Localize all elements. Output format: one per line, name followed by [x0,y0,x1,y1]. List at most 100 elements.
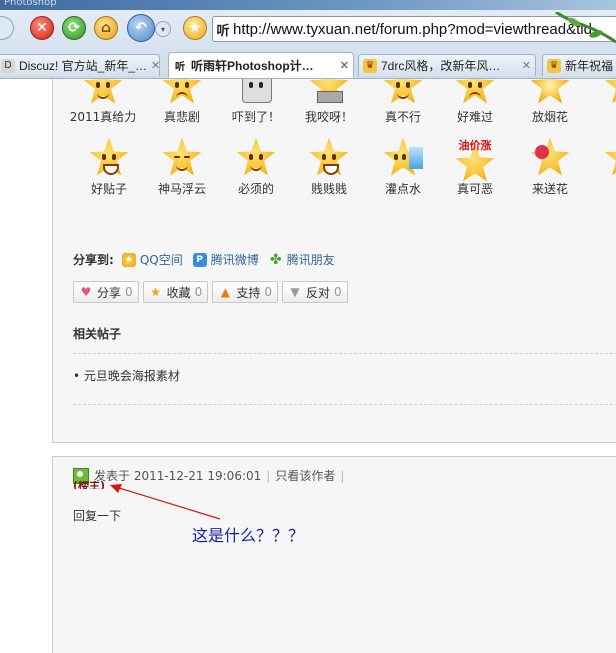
smiley-zhenbeiju[interactable]: 真悲剧 [147,79,217,125]
home-button[interactable]: ⌂ [94,16,118,40]
tab-label: 听雨轩Photoshop计… [191,59,314,73]
menu-button[interactable] [0,16,14,40]
share-weibo-label: 腾讯微博 [210,253,259,267]
smiley-label: 2011真给力 [69,110,137,124]
smiley-haonanguo[interactable]: 好难过 [440,79,510,125]
smiley-zhengeili[interactable]: 2011真给力 [68,79,138,125]
trophy-icon: ♛ [547,58,561,73]
grin-star-icon [309,137,349,177]
smiley-label: 好贴子 [90,182,127,196]
star-face-icon [383,79,423,105]
smiley-haotiezi[interactable]: 好贴子 [74,137,144,197]
smiley-guandianshui[interactable]: 灌点水 [368,137,438,197]
title-strip-text: Photoshop [4,0,57,8]
smiley-zhenkewu[interactable]: 油价涨 真可恶 [440,137,510,197]
smiley-partial-2[interactable]: 好 [589,137,616,197]
star-face-icon [455,79,495,105]
smiley-label: 神马浮云 [157,182,206,196]
qzone-icon: ★ [121,252,136,267]
post-body: 2011真给力 真悲剧 吓到了！ 我咬呀！ 真不行 好难过 放烟花 不 [52,79,616,443]
tab-strip: D Discuz! 官方站_新年_… ✕ 听 听雨轩Photoshop计… ✕ … [0,52,616,78]
related-posts-title: 相关帖子 [73,327,122,341]
site-favicon-icon: 听 [175,62,185,73]
smiley-woyaoya[interactable]: 我咬呀！ [294,79,364,125]
browser-chrome: Photoshop ✕ ⟳ ⌂ ↶ ▾ ★ 听 http://www.tyxua… [0,0,616,79]
author-only-link[interactable]: 只看该作者 [275,467,335,484]
tab-close-icon[interactable]: ✕ [147,59,159,72]
smiley-fangyanhua[interactable]: 放烟花 [515,79,585,125]
post-meta: 发表于 2011-12-21 19:06:01 | 只看该作者 | [73,467,349,484]
history-dropdown-button[interactable]: ▾ [155,21,171,37]
share-button-label: 分享 [97,285,122,300]
star-icon: ★ [188,20,202,36]
tab-discuz[interactable]: D Discuz! 官方站_新年_… ✕ [0,54,160,76]
url-text: http://www.tyxuan.net/forum.php?mod=view… [233,20,592,38]
smiley-label: 不 [589,108,616,125]
tab-tyxuan[interactable]: 听 听雨轩Photoshop计… ✕ [168,52,354,78]
smiley-zhenbuxing[interactable]: 真不行 [368,79,438,125]
oppose-count: 0 [333,285,342,299]
tab-close-icon[interactable]: ✕ [518,59,531,72]
tab-close-icon[interactable]: ✕ [336,59,349,72]
divider [73,404,616,405]
smiley-label: 好难过 [456,110,493,124]
smiley-jianjianjian[interactable]: 贱贱贱 [294,137,364,197]
tab-label: Discuz! 官方站_新年_… [19,59,148,73]
tab-new-year[interactable]: ♛ 新年祝福 [542,54,616,76]
share-weibo-link[interactable]: P 腾讯微博 [192,251,259,268]
smiley-label: 真悲剧 [163,110,200,124]
back-button[interactable]: ↶ [127,14,155,42]
smiley-label: 我咬呀！ [304,110,353,124]
smiley-label: 必须的 [237,182,274,196]
stop-button[interactable]: ✕ [30,16,54,40]
star-face-icon [236,137,276,177]
page-icon: D [1,58,15,73]
post-actions: ♥ 分享 0 ★ 收藏 0 ▲ 支持 0 ▼ 反对 0 [73,281,352,303]
smiley-partial[interactable]: 不 [589,79,616,125]
star-face-icon [604,79,616,105]
share-qzone-link[interactable]: ★ QQ空间 [121,251,183,268]
favorite-count: 0 [194,285,203,299]
laughing-star-icon [89,137,129,177]
tab-7drc[interactable]: ♛ 7drc风格，改新年风… ✕ [358,54,536,76]
oppose-button-label: 反对 [305,285,330,300]
smiley-label: 好 [589,180,616,197]
flower-star-icon [530,137,570,177]
smiley-shenmafuyun[interactable]: 神马浮云 [147,137,217,197]
close-icon: ✕ [36,20,48,36]
share-friends-label: 腾讯朋友 [286,253,335,267]
back-arrow-icon: ↶ [135,20,147,36]
smiley-laisonghua[interactable]: 来送花 [515,137,585,197]
smiley-xiadaole[interactable]: 吓到了！ [221,79,291,125]
related-post-link[interactable]: • 元旦晚会海报素材 [73,367,180,384]
water-star-icon [383,137,423,177]
share-button[interactable]: ♥ 分享 0 [73,281,139,303]
smiley-label: 真可恶 [456,182,493,196]
arrow-down-icon: ▼ [290,285,300,299]
weibo-icon: P [192,252,207,267]
support-button[interactable]: ▲ 支持 0 [212,281,278,303]
home-icon: ⌂ [100,20,112,36]
smiley-bixude[interactable]: 必须的 [221,137,291,197]
trophy-icon: ♛ [363,58,377,73]
clover-icon: ✤ [269,251,282,268]
chevron-down-icon: ▾ [160,24,165,34]
firework-star-icon [530,79,570,105]
tab-label: 新年祝福 [565,59,614,73]
arrow-up-icon: ▲ [220,285,230,299]
share-qzone-label: QQ空间 [139,253,183,267]
refresh-button[interactable]: ⟳ [62,16,86,40]
gift-star-icon [83,79,123,105]
share-friends-link[interactable]: ✤ 腾讯朋友 [269,251,335,268]
reply-content: 回复一下 [73,509,122,523]
related-post-title: 元旦晚会海报素材 [83,369,180,383]
navigation-bar: ✕ ⟳ ⌂ ↶ ▾ ★ 听 http://www.tyxuan.net/foru… [0,12,616,48]
share-label: 分享到: [73,253,114,267]
share-count: 0 [125,285,133,299]
favorites-button[interactable]: ★ [183,16,207,40]
site-favicon-icon: 听 [216,23,230,39]
reply-post: 发表于 2011-12-21 19:06:01 | 只看该作者 | (楼主) 回… [52,456,616,653]
smiley-label: 来送花 [531,182,568,196]
oppose-button[interactable]: ▼ 反对 0 [281,281,348,303]
favorite-button[interactable]: ★ 收藏 0 [142,281,209,303]
